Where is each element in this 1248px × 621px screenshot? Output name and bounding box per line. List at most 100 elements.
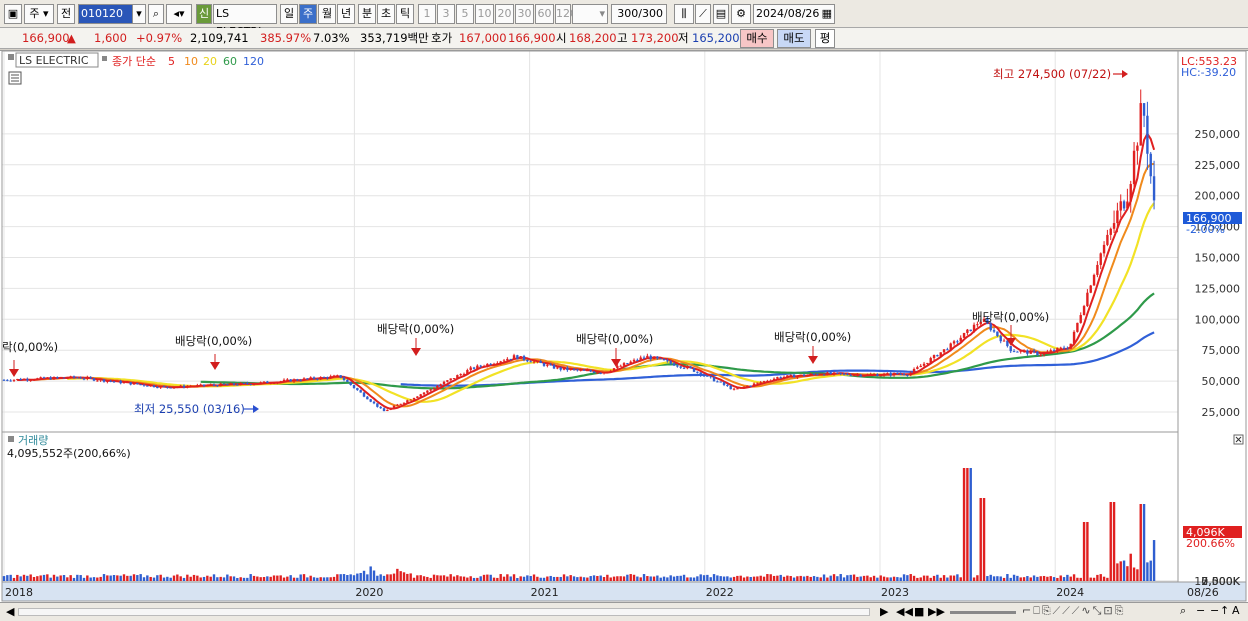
candle-body bbox=[606, 371, 609, 373]
up-arrow-tool-icon[interactable]: ↑ bbox=[1220, 604, 1229, 617]
candle-type-icon[interactable]: ⫼ bbox=[674, 4, 694, 24]
interval-3-button[interactable]: 3 bbox=[437, 4, 455, 24]
candle-body bbox=[1056, 347, 1059, 351]
sound-icon[interactable]: ◂▾ bbox=[166, 4, 192, 24]
settings-gear-icon[interactable]: ⚙ bbox=[731, 4, 751, 24]
drawing-tools-icons[interactable]: ⌐⎕⎘⟋⟋⟋∿⤡⊡⎘ bbox=[1022, 604, 1125, 618]
interval-custom-select[interactable]: ▾ bbox=[572, 4, 608, 24]
stock-name-field[interactable]: LS ELECTRI bbox=[213, 4, 277, 38]
window-menu-icon[interactable]: ▣ bbox=[4, 4, 22, 24]
horizontal-scrollbar[interactable] bbox=[18, 608, 870, 616]
interval-20-button[interactable]: 20 bbox=[495, 4, 514, 24]
volume-bar bbox=[589, 576, 592, 581]
volume-bar bbox=[66, 577, 69, 581]
price-volume-chart[interactable]: LS ELECTRIC 종가 단순 5 10 20 60 120 LC:553.… bbox=[0, 50, 1248, 603]
line-draw-icon[interactable]: ⟋ bbox=[695, 4, 711, 24]
new-stock-button[interactable]: 신 bbox=[196, 4, 212, 24]
volume-bar bbox=[582, 577, 586, 581]
volume-bar bbox=[226, 574, 229, 581]
market-select[interactable]: 주 ▾ bbox=[24, 4, 54, 24]
price-tick-label: 100,000 bbox=[1195, 313, 1241, 326]
candle-body bbox=[329, 376, 332, 379]
volume-bar bbox=[459, 576, 462, 581]
volume-bar bbox=[16, 574, 19, 581]
minus-icon[interactable]: − bbox=[1210, 604, 1219, 617]
volume-bar bbox=[162, 577, 166, 581]
period-day-button[interactable]: 일 bbox=[280, 4, 298, 24]
code-dropdown-icon[interactable]: ▾ bbox=[132, 4, 146, 24]
period-tick-button[interactable]: 틱 bbox=[396, 4, 414, 24]
volume-bar bbox=[149, 576, 152, 581]
volume-bar bbox=[659, 577, 662, 581]
candle-body bbox=[1146, 115, 1149, 154]
volume-bar bbox=[232, 576, 236, 581]
date-field[interactable]: 2024/08/26 ▦ bbox=[753, 4, 835, 24]
zoom-slider[interactable] bbox=[950, 611, 1016, 614]
candle-body bbox=[509, 358, 512, 360]
candle-body bbox=[709, 375, 712, 378]
save-icon[interactable]: ▤ bbox=[713, 4, 729, 24]
volume-bar bbox=[86, 575, 89, 581]
candle-body bbox=[556, 367, 559, 369]
scroll-left-icon[interactable]: ◀ bbox=[6, 605, 14, 618]
volume-bar bbox=[1046, 576, 1049, 581]
interval-1-button[interactable]: 1 bbox=[418, 4, 436, 24]
data-count-field[interactable]: 300/300 bbox=[611, 4, 667, 24]
volume-bar bbox=[439, 575, 442, 581]
period-year-button[interactable]: 년 bbox=[337, 4, 355, 24]
zoom-icon[interactable]: ⌕ bbox=[1180, 604, 1186, 618]
scroll-right-icon[interactable]: ▶ bbox=[880, 605, 888, 618]
zoom-out-icon[interactable]: − bbox=[1196, 604, 1205, 617]
interval-5-button[interactable]: 5 bbox=[456, 4, 474, 24]
candle-body bbox=[446, 380, 449, 382]
search-icon[interactable]: ⌕ bbox=[148, 4, 164, 24]
calendar-icon[interactable]: ▦ bbox=[822, 5, 832, 23]
volume-bar bbox=[119, 575, 122, 581]
text-tool-icon[interactable]: A bbox=[1232, 604, 1240, 617]
interval-60-button[interactable]: 60 bbox=[535, 4, 554, 24]
volume-bar bbox=[409, 573, 412, 581]
period-minute-button[interactable]: 분 bbox=[358, 4, 376, 24]
volume-bar bbox=[342, 574, 346, 581]
stop-icon[interactable]: ■ bbox=[914, 605, 924, 618]
volume-bar bbox=[152, 577, 156, 581]
rewind-icon[interactable]: ◀◀ bbox=[896, 605, 913, 618]
sell-button[interactable]: 매도 bbox=[777, 29, 811, 48]
volume-bar bbox=[779, 574, 782, 581]
interval-10-button[interactable]: 10 bbox=[475, 4, 494, 24]
volume-bar bbox=[489, 574, 492, 581]
volume-bar bbox=[1022, 577, 1026, 581]
period-week-button[interactable]: 주 bbox=[299, 4, 317, 24]
period-toggle-button[interactable]: 전 bbox=[57, 4, 75, 24]
volume-bar bbox=[389, 574, 392, 581]
candle-body bbox=[906, 374, 909, 376]
interval-30-button[interactable]: 30 bbox=[515, 4, 534, 24]
volume-bar bbox=[89, 577, 92, 581]
candle-body bbox=[932, 355, 936, 359]
volume-bar bbox=[859, 576, 862, 581]
candle-body bbox=[519, 356, 522, 359]
volume-bar bbox=[499, 574, 502, 581]
buy-button[interactable]: 매수 bbox=[740, 29, 774, 48]
period-second-button[interactable]: 초 bbox=[377, 4, 395, 24]
volume-bar bbox=[1039, 576, 1042, 581]
candle-body bbox=[226, 384, 229, 386]
fast-forward-icon[interactable]: ▶▶ bbox=[928, 605, 945, 618]
x-axis-current-date: 08/26 bbox=[1187, 586, 1219, 599]
candle-body bbox=[769, 380, 772, 382]
candle-body bbox=[219, 383, 222, 387]
current-price: 166,900 bbox=[22, 31, 70, 45]
candle-body bbox=[956, 341, 959, 343]
candle-body bbox=[549, 364, 552, 366]
evaluate-button[interactable]: 평 bbox=[815, 29, 835, 48]
interval-120-button[interactable]: 120 bbox=[555, 4, 577, 24]
volume-bar bbox=[1102, 576, 1106, 581]
volume-bar bbox=[1109, 502, 1112, 581]
candle-body bbox=[899, 374, 902, 376]
candle-body bbox=[959, 337, 962, 342]
period-month-button[interactable]: 월 bbox=[318, 4, 336, 24]
volume-bar bbox=[919, 577, 922, 581]
volume-bar bbox=[39, 575, 42, 581]
dividend-arrow-2-icon bbox=[210, 362, 220, 370]
candle-body bbox=[846, 373, 849, 375]
